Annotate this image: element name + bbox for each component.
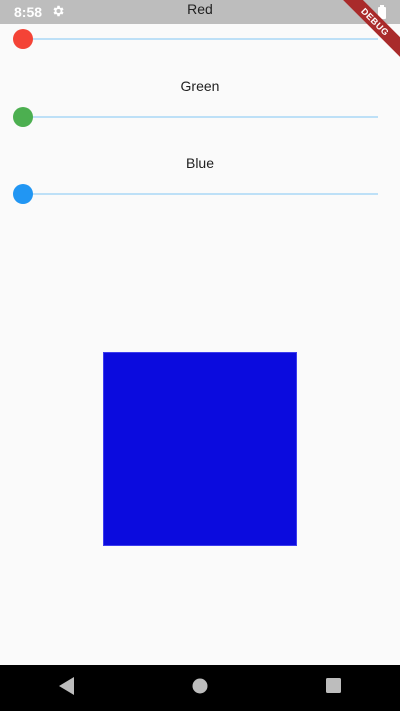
back-icon — [58, 676, 75, 700]
red-slider-label: Red — [187, 1, 213, 17]
recents-button[interactable] — [313, 668, 353, 708]
red-slider-track[interactable] — [23, 38, 378, 40]
red-slider[interactable] — [13, 27, 378, 51]
recents-icon — [325, 678, 341, 698]
blue-slider-label: Blue — [185, 155, 215, 171]
green-slider-thumb[interactable] — [13, 107, 33, 127]
color-preview-box — [103, 352, 297, 546]
blue-slider[interactable] — [13, 182, 378, 206]
red-slider-thumb[interactable] — [13, 29, 33, 49]
blue-slider-thumb[interactable] — [13, 184, 33, 204]
back-button[interactable] — [47, 668, 87, 708]
green-slider-track[interactable] — [23, 116, 378, 118]
home-icon — [192, 678, 208, 699]
green-slider[interactable] — [13, 105, 378, 129]
home-button[interactable] — [180, 668, 220, 708]
blue-slider-track[interactable] — [23, 193, 378, 195]
green-slider-label: Green — [180, 78, 220, 94]
navigation-bar — [0, 665, 400, 711]
